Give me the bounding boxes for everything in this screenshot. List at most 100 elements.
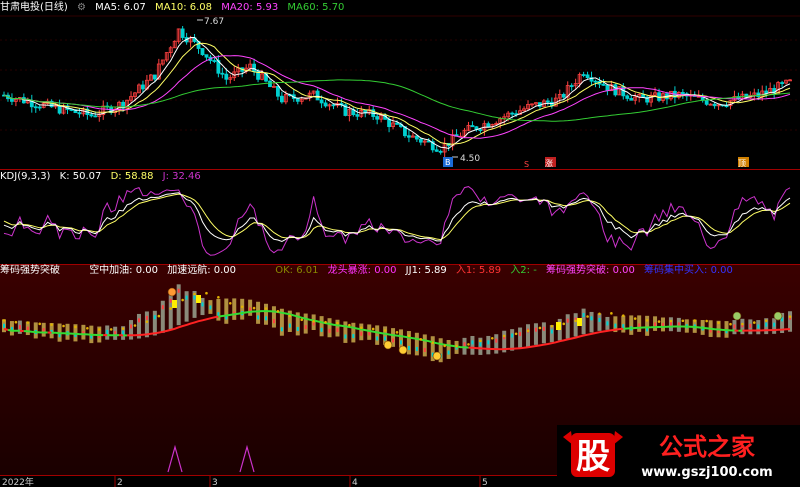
candle-body — [279, 95, 284, 103]
candle-body — [438, 150, 443, 153]
flag-b-text: B — [445, 158, 451, 167]
chip-mark — [344, 334, 347, 339]
candle-body — [276, 85, 280, 97]
flag-s-text: S — [524, 160, 529, 169]
dot-line-point — [228, 301, 232, 305]
chip-mark — [272, 319, 275, 324]
chip-bar — [510, 329, 515, 351]
candle-body — [407, 135, 411, 138]
dot-line-point — [288, 314, 292, 318]
dot-line-point — [598, 312, 601, 316]
chip-bar — [486, 335, 491, 355]
chip-bar — [446, 340, 451, 359]
candle-body — [395, 122, 399, 125]
chip-mark — [399, 340, 402, 345]
lower-header: 筹码强势突破 空中加油: 0.00 加速远航: 0.00 OK: 6.01 龙头… — [0, 264, 739, 278]
dot-line-point — [645, 319, 649, 322]
flag-zhang-text: 涨 — [545, 158, 553, 168]
chip-mark — [161, 305, 164, 310]
candle-body — [220, 72, 225, 75]
support-line-red — [3, 328, 9, 331]
dot-line-point — [97, 328, 101, 331]
dot-line-point — [181, 298, 184, 302]
candle-body — [200, 48, 205, 56]
watermark-url: www.gszj100.com — [641, 465, 772, 480]
candle-body — [418, 138, 423, 143]
dot-line-point — [562, 322, 566, 326]
chip-mark — [654, 322, 657, 327]
chip-mark — [185, 295, 188, 300]
candle-body — [355, 114, 360, 117]
dot-line-point — [300, 318, 304, 322]
stock-chart[interactable]: 7.67 4.50 B S 涨 顶 2022年 2 3 4 5 — [0, 0, 800, 487]
price-header: 甘肃电投(日线) ⚙ MA5: 6.07 MA10: 6.08 MA20: 5.… — [0, 1, 350, 15]
chip-mark — [352, 334, 355, 339]
candle-body — [331, 104, 336, 107]
candle-body — [204, 54, 209, 58]
candle-body — [680, 92, 685, 95]
kdj-k: K: 50.07 — [59, 171, 102, 182]
stock-title: 甘肃电投(日线) — [0, 2, 68, 13]
chip-mark — [622, 324, 625, 329]
chip-mark — [384, 336, 387, 341]
chip-mark — [765, 322, 768, 327]
dot-line-point — [669, 319, 673, 323]
kdj-d: D: 58.88 — [110, 171, 154, 182]
candle-body — [561, 94, 566, 98]
x-axis: 2022年 2 3 4 5 — [2, 475, 488, 487]
chip-mark — [296, 327, 299, 332]
dot-line-point — [788, 315, 792, 318]
watermark-title: 公式之家 — [659, 433, 755, 461]
dot-line-point — [729, 322, 732, 326]
signal-icon — [383, 340, 393, 350]
dot-line-point — [86, 326, 89, 330]
ok-label: OK: 6.01 — [275, 265, 319, 276]
dot-line-point — [240, 305, 244, 309]
dot-line-point — [383, 329, 387, 332]
chip-mark — [257, 315, 260, 320]
candle-body — [319, 99, 324, 104]
chip-mark — [407, 345, 410, 350]
chip-bar — [541, 322, 546, 344]
watermark: 股 公式之家 www.gszj100.com — [557, 425, 800, 487]
chip-mark — [145, 315, 148, 320]
chip-mark — [415, 346, 418, 351]
chip-mark — [376, 336, 379, 341]
candle-body — [545, 100, 550, 103]
chip-mark — [280, 327, 283, 332]
chip-bar — [327, 318, 332, 338]
signal-icon — [773, 311, 783, 321]
watermark-logo: 股 — [576, 437, 610, 477]
chip-mark — [487, 340, 490, 345]
chip-mark — [542, 326, 545, 331]
chip-mark — [773, 322, 776, 327]
ma20-label: MA20: 5.93 — [221, 2, 279, 13]
chip-mark — [606, 321, 609, 326]
chip-mark — [423, 347, 426, 352]
settings-icon[interactable]: ⚙ — [77, 2, 86, 13]
chip-mark — [590, 316, 593, 321]
dot-line-point — [336, 321, 339, 325]
candle-body — [470, 125, 475, 128]
candle-body — [268, 80, 272, 88]
dot-line-point — [455, 344, 458, 348]
candle-body — [641, 94, 646, 98]
chip-bar — [533, 323, 538, 345]
chip-mark — [153, 315, 156, 320]
dot-line-point — [693, 319, 697, 322]
support-line-green — [7, 328, 20, 332]
dot-line-point — [681, 319, 685, 323]
ma60-label: MA60: 5.70 — [287, 2, 345, 13]
chip-mark — [201, 302, 204, 307]
kdj-j: J: 32.46 — [162, 171, 201, 182]
candle-body — [704, 99, 709, 105]
signal-icon — [432, 351, 442, 361]
chip-mark — [511, 333, 514, 338]
dot-line-point — [574, 319, 577, 323]
chip-bar — [422, 334, 427, 357]
candle-body — [33, 106, 38, 109]
x-label-feb: 2 — [117, 478, 123, 487]
jiasu-label: 加速远航: 0.00 — [167, 265, 237, 276]
jj1-label: JJ1: 5.89 — [405, 265, 447, 276]
chip-bar — [494, 334, 499, 354]
